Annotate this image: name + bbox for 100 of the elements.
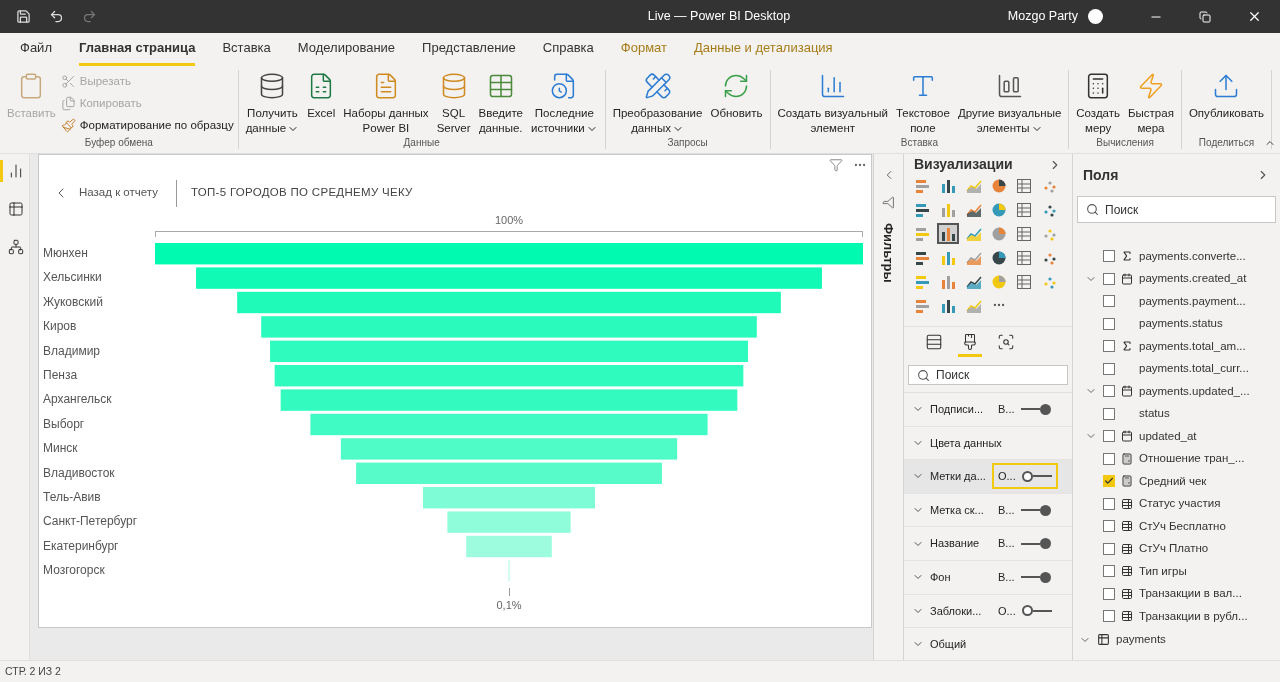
checkbox[interactable] — [1103, 497, 1115, 510]
ribbon-button[interactable]: SQL Server — [433, 70, 474, 136]
field-item[interactable]: payments.created_at — [1085, 267, 1280, 290]
ribbon-tab[interactable]: Представление — [422, 37, 516, 66]
field-item[interactable]: Статус участия — [1085, 492, 1280, 515]
ribbon-button[interactable]: Другие визуальные элементы — [954, 70, 1065, 136]
ribbon-button[interactable]: Обновить — [707, 70, 766, 121]
filter-icon[interactable] — [829, 158, 843, 172]
field-item[interactable]: Средний чек — [1085, 470, 1280, 493]
pane-title: Поля — [1083, 165, 1119, 185]
checkbox[interactable] — [1103, 520, 1115, 533]
checkbox[interactable] — [1103, 610, 1115, 623]
ribbon-button[interactable]: Создать меру — [1073, 70, 1123, 136]
checkbox[interactable] — [1103, 295, 1115, 308]
pane-tab[interactable] — [958, 333, 982, 357]
search-input[interactable]: Поиск — [936, 366, 1036, 384]
ribbon-button[interactable]: Создать визуальный элемент — [774, 70, 891, 136]
chart-type-icon — [991, 177, 1007, 194]
undo-icon[interactable] — [49, 9, 64, 24]
ribbon-tab[interactable]: Моделирование — [297, 37, 396, 66]
field-name: Транзакции в рубл... — [1139, 608, 1248, 624]
ribbon-tab[interactable]: Справка — [542, 37, 594, 66]
chart-type-icon — [1016, 249, 1033, 266]
save-icon[interactable] — [16, 9, 31, 24]
field-name: payments.updated_... — [1139, 383, 1250, 399]
paint-roller-icon — [961, 333, 979, 351]
field-item[interactable]: СтУч Бесплатно — [1085, 515, 1280, 538]
toggle-switch[interactable] — [1020, 537, 1051, 550]
checkbox[interactable] — [1103, 407, 1115, 420]
filters-pane-label[interactable]: Фильтры — [878, 223, 899, 283]
toggle-value: В... — [998, 402, 1015, 418]
checkbox[interactable] — [1103, 475, 1115, 488]
field-item[interactable]: payments.total_curr... — [1085, 357, 1280, 380]
toggle-switch[interactable] — [1020, 571, 1051, 584]
checkbox[interactable] — [1103, 317, 1115, 330]
field-name: СтУч Платно — [1139, 541, 1209, 557]
checkbox[interactable] — [1103, 340, 1115, 353]
toggle-switch[interactable] — [1021, 470, 1052, 483]
restore-icon[interactable] — [1199, 10, 1211, 23]
search-field[interactable]: Поиск — [908, 365, 1068, 385]
checkbox[interactable] — [1103, 385, 1115, 398]
checkbox[interactable] — [1103, 430, 1115, 443]
ribbon-button[interactable]: Опубликовать — [1185, 70, 1268, 121]
checkbox[interactable] — [1103, 587, 1115, 600]
axis-tick — [508, 587, 510, 596]
field-name: Тип игры — [1139, 563, 1187, 579]
search-field[interactable]: Поиск — [1077, 196, 1276, 223]
toggle-value: О... — [998, 603, 1016, 619]
section-label: Общий — [930, 637, 967, 653]
checkbox[interactable] — [1103, 272, 1115, 285]
toggle-switch[interactable] — [1020, 403, 1051, 416]
category-label: Екатеринбург — [43, 537, 120, 555]
checkbox[interactable] — [1103, 542, 1115, 555]
checkbox[interactable] — [1103, 565, 1115, 578]
filter-icon[interactable] — [882, 196, 895, 209]
checkbox[interactable] — [1103, 250, 1115, 263]
field-item[interactable]: Транзакции в вал... — [1085, 582, 1280, 605]
ribbon-button[interactable]: Excel — [304, 70, 339, 121]
ribbon-button[interactable]: Наборы данных Power BI — [340, 70, 432, 136]
ribbon-tab[interactable]: Формат — [620, 37, 667, 66]
axis-label: 0,1% — [496, 597, 522, 612]
field-item[interactable]: Отношение тран_... — [1085, 447, 1280, 470]
field-item[interactable]: payments.status — [1085, 312, 1280, 335]
visual-type-button[interactable] — [937, 223, 960, 244]
field-item[interactable]: Транзакции в рубл... — [1085, 605, 1280, 628]
field-item[interactable]: payments.converte... — [1085, 245, 1280, 268]
field-item[interactable]: payments.updated_... — [1085, 380, 1280, 403]
table-item[interactable]: payments — [1079, 627, 1280, 652]
search-input[interactable]: Поиск — [1105, 200, 1245, 219]
field-item[interactable]: payments.total_am... — [1085, 335, 1280, 358]
field-item[interactable]: payments.payment... — [1085, 290, 1280, 313]
field-item[interactable]: Тип игры — [1085, 560, 1280, 583]
avatar[interactable] — [1088, 9, 1103, 24]
calculator-icon — [1121, 475, 1133, 488]
checkbox[interactable] — [1103, 362, 1115, 375]
redo-icon[interactable] — [82, 9, 97, 24]
ribbon-button[interactable]: Форматирование по образцу — [60, 116, 234, 135]
ribbon-tab[interactable]: Данные и детализация — [694, 37, 833, 66]
ribbon-tab[interactable]: Файл — [20, 37, 52, 66]
ribbon-button[interactable]: Текстовое поле — [892, 70, 953, 136]
ribbon-button[interactable]: Введите данные. — [475, 70, 526, 136]
ribbon-button[interactable]: Получить данные — [242, 70, 303, 136]
toggle-switch[interactable] — [1021, 604, 1052, 617]
category-label: Жуковский — [43, 293, 104, 311]
close-icon[interactable] — [1247, 9, 1262, 24]
ribbon-button[interactable]: Быстрая мера — [1125, 70, 1177, 136]
chart-type-icon — [1016, 201, 1033, 218]
section-label: Цвета данных — [930, 435, 1002, 451]
toggle-switch[interactable] — [1020, 504, 1051, 517]
ribbon-button[interactable]: Преобразование данных — [609, 70, 706, 136]
back-button[interactable]: Назад к отчету — [53, 184, 176, 202]
ribbon-tab[interactable]: Вставка — [222, 37, 271, 66]
field-name: payments.total_curr... — [1139, 361, 1249, 377]
checkbox[interactable] — [1103, 452, 1115, 465]
ribbon-button[interactable]: Последние источники — [527, 70, 601, 136]
field-item[interactable]: status — [1085, 402, 1280, 425]
field-item[interactable]: updated_at — [1085, 425, 1280, 448]
field-name: payments.created_at — [1139, 271, 1247, 287]
field-item[interactable]: СтУч Платно — [1085, 537, 1280, 560]
format-section[interactable]: Метки да... О... — [904, 460, 1072, 494]
